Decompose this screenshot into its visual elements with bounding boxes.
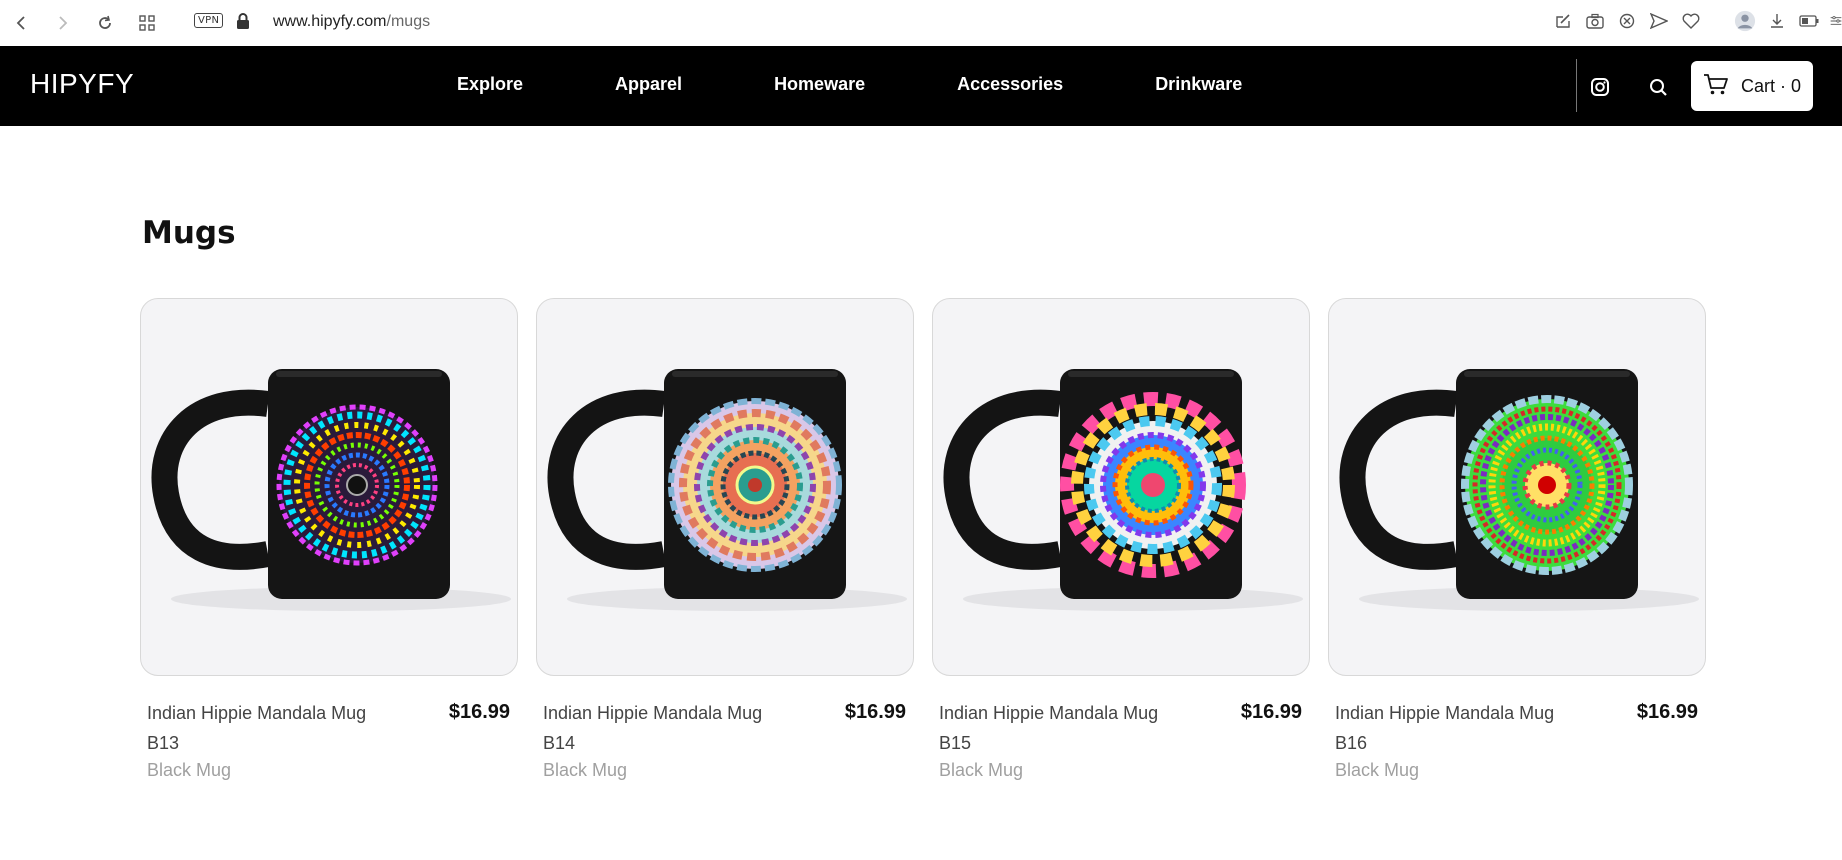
product-subtitle: Black Mug bbox=[1335, 760, 1420, 780]
url-domain: www.hipyfy.com bbox=[273, 13, 387, 30]
product-subtitle: Black Mug bbox=[939, 760, 1024, 780]
cart-button[interactable]: Cart · 0 bbox=[1691, 61, 1813, 111]
vpn-badge[interactable]: VPN bbox=[194, 13, 224, 28]
product-name[interactable]: Indian Hippie Mandala Mug B16 bbox=[1335, 698, 1585, 758]
browser-extension-icons bbox=[1552, 9, 1842, 33]
page-title: Mugs bbox=[142, 215, 236, 251]
product-price: $16.99 bbox=[1636, 701, 1698, 723]
browser-toolbar: VPN www.hipyfy.com/mugs bbox=[0, 0, 1842, 46]
product-name[interactable]: Indian Hippie Mandala Mug B15 bbox=[939, 698, 1189, 758]
shield-block-icon[interactable] bbox=[1616, 9, 1638, 33]
product-image[interactable] bbox=[1328, 298, 1706, 676]
nav-drinkware[interactable]: Drinkware bbox=[1155, 74, 1242, 95]
send-icon[interactable] bbox=[1648, 9, 1670, 33]
product-image[interactable] bbox=[536, 298, 914, 676]
site-header: HIPYFY Explore Apparel Homeware Accessor… bbox=[0, 46, 1842, 126]
search-icon[interactable] bbox=[1647, 76, 1669, 98]
product-card[interactable]: Indian Hippie Mandala Mug B16 $16.99 Bla… bbox=[1328, 298, 1706, 780]
edit-icon[interactable] bbox=[1552, 9, 1574, 33]
camera-icon[interactable] bbox=[1584, 9, 1606, 33]
cart-icon bbox=[1703, 72, 1729, 101]
tabs-grid-icon[interactable] bbox=[135, 11, 159, 35]
product-name[interactable]: Indian Hippie Mandala Mug B14 bbox=[543, 698, 793, 758]
download-icon[interactable] bbox=[1766, 9, 1788, 33]
back-icon[interactable] bbox=[10, 11, 34, 35]
site-logo[interactable]: HIPYFY bbox=[30, 68, 134, 100]
product-price: $16.99 bbox=[1240, 701, 1302, 723]
product-card[interactable]: Indian Hippie Mandala Mug B14 $16.99 Bla… bbox=[536, 298, 914, 780]
profile-avatar-icon[interactable] bbox=[1734, 9, 1756, 33]
url-path: /mugs bbox=[386, 13, 431, 30]
nav-accessories[interactable]: Accessories bbox=[957, 74, 1063, 95]
product-price: $16.99 bbox=[448, 701, 510, 723]
product-image[interactable] bbox=[932, 298, 1310, 676]
cart-label: Cart · 0 bbox=[1741, 75, 1802, 96]
nav-explore[interactable]: Explore bbox=[457, 74, 523, 95]
lock-icon[interactable] bbox=[235, 12, 251, 35]
nav-apparel[interactable]: Apparel bbox=[615, 74, 682, 95]
main-nav: Explore Apparel Homeware Accessories Dri… bbox=[457, 74, 1334, 95]
product-price: $16.99 bbox=[844, 701, 906, 723]
product-image[interactable] bbox=[140, 298, 518, 676]
heart-icon[interactable] bbox=[1680, 9, 1702, 33]
product-name[interactable]: Indian Hippie Mandala Mug B13 bbox=[147, 698, 397, 758]
menu-icon[interactable] bbox=[1830, 9, 1842, 33]
product-card[interactable]: Indian Hippie Mandala Mug B13 $16.99 Bla… bbox=[140, 298, 518, 780]
reload-icon[interactable] bbox=[93, 11, 117, 35]
toolbar-separator bbox=[1712, 9, 1724, 33]
forward-icon[interactable] bbox=[50, 11, 74, 35]
address-bar[interactable]: www.hipyfy.com/mugs bbox=[273, 13, 430, 31]
header-divider bbox=[1576, 59, 1577, 112]
nav-homeware[interactable]: Homeware bbox=[774, 74, 865, 95]
battery-icon[interactable] bbox=[1798, 9, 1820, 33]
product-subtitle: Black Mug bbox=[543, 760, 628, 780]
product-card[interactable]: Indian Hippie Mandala Mug B15 $16.99 Bla… bbox=[932, 298, 1310, 780]
product-subtitle: Black Mug bbox=[147, 760, 232, 780]
instagram-icon[interactable] bbox=[1589, 76, 1611, 98]
